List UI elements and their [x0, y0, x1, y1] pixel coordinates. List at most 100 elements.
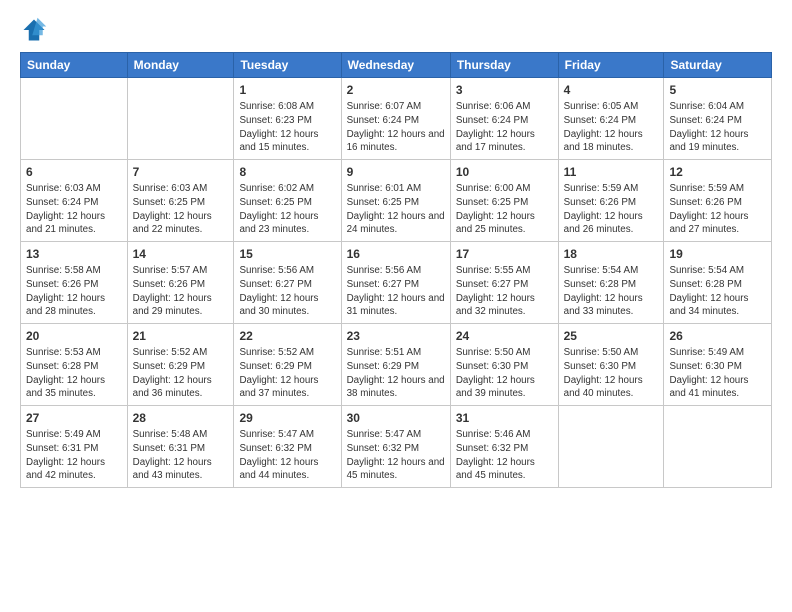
calendar-cell: 14 Sunrise: 5:57 AM Sunset: 6:26 PM Dayli… [127, 242, 234, 324]
calendar-cell: 21 Sunrise: 5:52 AM Sunset: 6:29 PM Dayli… [127, 324, 234, 406]
day-info: Sunrise: 5:50 AM Sunset: 6:30 PM Dayligh… [456, 346, 553, 401]
day-number: 3 [456, 82, 553, 98]
day-info: Sunrise: 6:07 AM Sunset: 6:24 PM Dayligh… [347, 100, 445, 155]
day-info: Sunrise: 5:49 AM Sunset: 6:31 PM Dayligh… [26, 428, 122, 483]
day-info: Sunrise: 5:46 AM Sunset: 6:32 PM Dayligh… [456, 428, 553, 483]
calendar-cell: 27 Sunrise: 5:49 AM Sunset: 6:31 PM Dayli… [21, 406, 128, 488]
day-info: Sunrise: 5:48 AM Sunset: 6:31 PM Dayligh… [133, 428, 229, 483]
day-info: Sunrise: 6:05 AM Sunset: 6:24 PM Dayligh… [564, 100, 659, 155]
calendar-cell: 8 Sunrise: 6:02 AM Sunset: 6:25 PM Daylig… [234, 160, 341, 242]
calendar-cell: 23 Sunrise: 5:51 AM Sunset: 6:29 PM Dayli… [341, 324, 450, 406]
day-info: Sunrise: 5:58 AM Sunset: 6:26 PM Dayligh… [26, 264, 122, 319]
calendar-cell: 3 Sunrise: 6:06 AM Sunset: 6:24 PM Daylig… [450, 78, 558, 160]
header [20, 16, 772, 44]
week-row-4: 20 Sunrise: 5:53 AM Sunset: 6:28 PM Dayli… [21, 324, 772, 406]
day-info: Sunrise: 6:06 AM Sunset: 6:24 PM Dayligh… [456, 100, 553, 155]
day-header-saturday: Saturday [664, 53, 772, 78]
day-info: Sunrise: 6:01 AM Sunset: 6:25 PM Dayligh… [347, 182, 445, 237]
day-info: Sunrise: 6:02 AM Sunset: 6:25 PM Dayligh… [239, 182, 335, 237]
day-number: 8 [239, 164, 335, 180]
calendar-cell: 22 Sunrise: 5:52 AM Sunset: 6:29 PM Dayli… [234, 324, 341, 406]
day-info: Sunrise: 5:52 AM Sunset: 6:29 PM Dayligh… [239, 346, 335, 401]
day-info: Sunrise: 5:55 AM Sunset: 6:27 PM Dayligh… [456, 264, 553, 319]
day-number: 22 [239, 328, 335, 344]
day-number: 4 [564, 82, 659, 98]
day-number: 19 [669, 246, 766, 262]
calendar-cell: 9Sunrise: 6:01 AM Sunset: 6:25 PM Daylig… [341, 160, 450, 242]
calendar-cell: 25Sunrise: 5:50 AM Sunset: 6:30 PM Dayli… [558, 324, 664, 406]
calendar-cell: 13 Sunrise: 5:58 AM Sunset: 6:26 PM Dayli… [21, 242, 128, 324]
logo-icon [20, 16, 48, 44]
calendar-table: SundayMondayTuesdayWednesdayThursdayFrid… [20, 52, 772, 488]
calendar-cell: 20 Sunrise: 5:53 AM Sunset: 6:28 PM Dayli… [21, 324, 128, 406]
day-number: 12 [669, 164, 766, 180]
calendar-cell: 18Sunrise: 5:54 AM Sunset: 6:28 PM Dayli… [558, 242, 664, 324]
calendar-cell: 4 Sunrise: 6:05 AM Sunset: 6:24 PM Daylig… [558, 78, 664, 160]
calendar-cell [127, 78, 234, 160]
calendar-cell: 16 Sunrise: 5:56 AM Sunset: 6:27 PM Dayli… [341, 242, 450, 324]
day-number: 10 [456, 164, 553, 180]
week-row-3: 13 Sunrise: 5:58 AM Sunset: 6:26 PM Dayli… [21, 242, 772, 324]
day-number: 20 [26, 328, 122, 344]
day-info: Sunrise: 5:57 AM Sunset: 6:26 PM Dayligh… [133, 264, 229, 319]
calendar-cell: 26 Sunrise: 5:49 AM Sunset: 6:30 PM Dayli… [664, 324, 772, 406]
calendar-cell: 7 Sunrise: 6:03 AM Sunset: 6:25 PM Daylig… [127, 160, 234, 242]
calendar-cell: 1Sunrise: 6:08 AM Sunset: 6:23 PM Daylig… [234, 78, 341, 160]
day-number: 13 [26, 246, 122, 262]
day-number: 11 [564, 164, 659, 180]
day-header-tuesday: Tuesday [234, 53, 341, 78]
day-number: 7 [133, 164, 229, 180]
calendar-cell [664, 406, 772, 488]
day-header-monday: Monday [127, 53, 234, 78]
day-number: 24 [456, 328, 553, 344]
day-info: Sunrise: 5:50 AM Sunset: 6:30 PM Dayligh… [564, 346, 659, 401]
calendar-cell: 17 Sunrise: 5:55 AM Sunset: 6:27 PM Dayli… [450, 242, 558, 324]
calendar-cell: 12Sunrise: 5:59 AM Sunset: 6:26 PM Dayli… [664, 160, 772, 242]
day-info: Sunrise: 5:54 AM Sunset: 6:28 PM Dayligh… [669, 264, 766, 319]
day-number: 21 [133, 328, 229, 344]
day-info: Sunrise: 5:53 AM Sunset: 6:28 PM Dayligh… [26, 346, 122, 401]
calendar-cell: 28 Sunrise: 5:48 AM Sunset: 6:31 PM Dayli… [127, 406, 234, 488]
calendar-cell: 6Sunrise: 6:03 AM Sunset: 6:24 PM Daylig… [21, 160, 128, 242]
day-info: Sunrise: 5:47 AM Sunset: 6:32 PM Dayligh… [347, 428, 445, 483]
day-info: Sunrise: 6:00 AM Sunset: 6:25 PM Dayligh… [456, 182, 553, 237]
calendar-cell: 15 Sunrise: 5:56 AM Sunset: 6:27 PM Dayli… [234, 242, 341, 324]
day-info: Sunrise: 6:03 AM Sunset: 6:25 PM Dayligh… [133, 182, 229, 237]
day-number: 14 [133, 246, 229, 262]
calendar-cell: 31 Sunrise: 5:46 AM Sunset: 6:32 PM Dayli… [450, 406, 558, 488]
calendar-cell: 19 Sunrise: 5:54 AM Sunset: 6:28 PM Dayli… [664, 242, 772, 324]
calendar-cell: 2 Sunrise: 6:07 AM Sunset: 6:24 PM Daylig… [341, 78, 450, 160]
day-number: 15 [239, 246, 335, 262]
calendar-cell [21, 78, 128, 160]
day-info: Sunrise: 5:56 AM Sunset: 6:27 PM Dayligh… [239, 264, 335, 319]
calendar-cell: 5Sunrise: 6:04 AM Sunset: 6:24 PM Daylig… [664, 78, 772, 160]
day-info: Sunrise: 5:56 AM Sunset: 6:27 PM Dayligh… [347, 264, 445, 319]
calendar-cell: 29Sunrise: 5:47 AM Sunset: 6:32 PM Dayli… [234, 406, 341, 488]
day-header-wednesday: Wednesday [341, 53, 450, 78]
day-info: Sunrise: 5:59 AM Sunset: 6:26 PM Dayligh… [564, 182, 659, 237]
day-number: 17 [456, 246, 553, 262]
day-number: 2 [347, 82, 445, 98]
day-header-friday: Friday [558, 53, 664, 78]
day-number: 27 [26, 410, 122, 426]
calendar-cell: 11 Sunrise: 5:59 AM Sunset: 6:26 PM Dayli… [558, 160, 664, 242]
day-info: Sunrise: 5:52 AM Sunset: 6:29 PM Dayligh… [133, 346, 229, 401]
calendar-page: SundayMondayTuesdayWednesdayThursdayFrid… [0, 0, 792, 612]
day-info: Sunrise: 5:49 AM Sunset: 6:30 PM Dayligh… [669, 346, 766, 401]
day-number: 16 [347, 246, 445, 262]
day-number: 29 [239, 410, 335, 426]
days-header-row: SundayMondayTuesdayWednesdayThursdayFrid… [21, 53, 772, 78]
logo [20, 16, 52, 44]
calendar-cell: 30 Sunrise: 5:47 AM Sunset: 6:32 PM Dayli… [341, 406, 450, 488]
week-row-1: 1Sunrise: 6:08 AM Sunset: 6:23 PM Daylig… [21, 78, 772, 160]
day-info: Sunrise: 5:51 AM Sunset: 6:29 PM Dayligh… [347, 346, 445, 401]
day-number: 26 [669, 328, 766, 344]
day-number: 23 [347, 328, 445, 344]
week-row-2: 6Sunrise: 6:03 AM Sunset: 6:24 PM Daylig… [21, 160, 772, 242]
day-number: 31 [456, 410, 553, 426]
day-number: 1 [239, 82, 335, 98]
day-number: 28 [133, 410, 229, 426]
day-info: Sunrise: 6:03 AM Sunset: 6:24 PM Dayligh… [26, 182, 122, 237]
day-number: 30 [347, 410, 445, 426]
week-row-5: 27 Sunrise: 5:49 AM Sunset: 6:31 PM Dayli… [21, 406, 772, 488]
